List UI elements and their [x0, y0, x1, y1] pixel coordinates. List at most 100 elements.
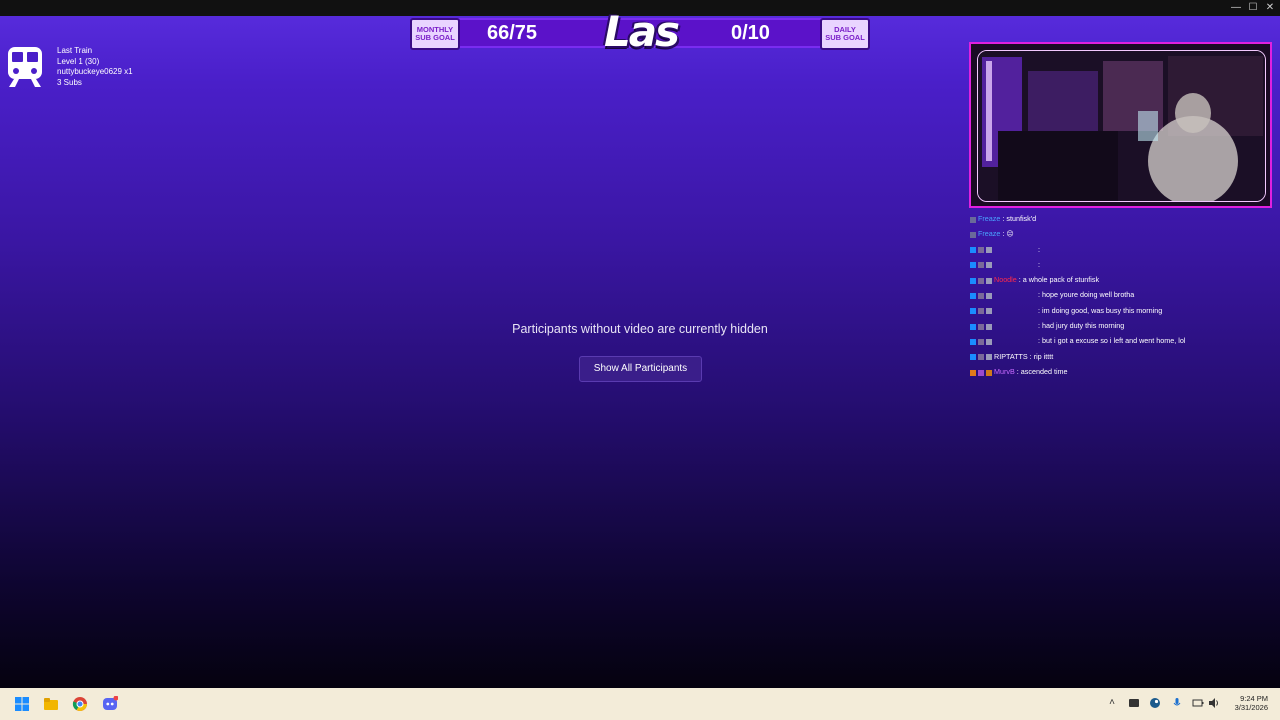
chat-message: Freaze : stunfisk'd [970, 211, 1270, 226]
chat-text: a whole pack of stunfisk [1022, 275, 1100, 285]
show-all-participants-button[interactable]: Show All Participants [579, 356, 702, 382]
chat-badges [970, 303, 994, 318]
chat-badge-icon [970, 323, 976, 330]
chat-badges [970, 211, 978, 226]
chat-message: MurvB : ascended time [970, 364, 1270, 379]
chat-badge-icon [986, 247, 992, 254]
chat-badge-icon [986, 323, 992, 330]
chat-separator: : [1036, 244, 1040, 254]
train-icon [8, 47, 42, 87]
chat-text: im doing good, was busy this morning [1042, 305, 1163, 315]
chat-username[interactable]: MurvB [994, 367, 1015, 376]
chat-badge-icon [970, 308, 976, 315]
channel-logo: Las [586, 6, 696, 58]
taskbar: ˄ 9:24 PM 3/31/2026 [0, 688, 1280, 720]
clock-time: 9:24 PM [1240, 694, 1268, 703]
chat-badge-icon [970, 369, 976, 376]
chat-badge-icon [978, 323, 984, 330]
chat-username[interactable]: Freaze [978, 214, 1000, 223]
chat-badge-icon [986, 338, 992, 345]
webcam-frame [969, 42, 1272, 208]
chat-username[interactable]: RIPTATTS [994, 352, 1028, 361]
chat-badge-icon [970, 338, 976, 345]
mic-icon[interactable] [1171, 697, 1183, 709]
chat-badge-icon [986, 369, 992, 376]
chat-message: : had jury duty this morning [970, 318, 1270, 333]
volume-icon[interactable] [1208, 697, 1220, 709]
file-explorer-icon[interactable] [43, 696, 59, 712]
chat-message: : hope youre doing well brotha [970, 287, 1270, 302]
chat-username[interactable]: Freaze [978, 229, 1000, 238]
chat-badge-icon [970, 354, 976, 361]
chat-badges [970, 273, 994, 288]
windows-start-icon[interactable] [14, 696, 30, 712]
chat-badge-icon [978, 354, 984, 361]
chat-badge-icon [986, 354, 992, 361]
chat-text: ascended time [1020, 366, 1068, 376]
chat-message: Noodle : a whole pack of stunfisk [970, 272, 1270, 287]
close-button[interactable]: ✕ [1260, 1, 1280, 15]
chat-badge-icon [986, 277, 992, 284]
chat-text: stunfisk'd [1006, 214, 1037, 223]
system-clock[interactable]: 9:24 PM 3/31/2026 [1235, 694, 1268, 712]
chat-badge-icon [978, 308, 984, 315]
chat-badge-icon [986, 262, 992, 269]
daily-goal-label-line2: SUB GOAL [825, 33, 865, 42]
chat-badge-icon [978, 369, 984, 376]
chat-text: but i got a excuse so i left and went ho… [1042, 336, 1186, 346]
chat-text: rip itttt [1033, 351, 1054, 361]
chat-badges [970, 288, 994, 303]
monthly-goal-label-line2: SUB GOAL [415, 33, 455, 42]
train-user: nuttybuckeye0629 x1 [57, 67, 133, 76]
chat-message: : [970, 242, 1270, 257]
chat-badges [970, 319, 994, 334]
chat-badge-icon [978, 293, 984, 300]
chat-badge-icon [978, 262, 984, 269]
chat-text: ☹ [1006, 229, 1014, 239]
chat-badges [970, 364, 994, 379]
chat-badge-icon [970, 293, 976, 300]
chat-panel: Freaze : stunfisk'd Freaze : ☹ : : Noodle… [970, 211, 1270, 379]
tray-app-icon[interactable] [1128, 697, 1140, 709]
chat-badges [970, 334, 994, 349]
chat-badge-icon [970, 247, 976, 254]
chat-username[interactable]: Noodle [994, 275, 1017, 284]
chat-separator: : [1036, 259, 1040, 269]
chat-badges [970, 227, 978, 242]
chat-badge-icon [978, 247, 984, 254]
daily-goal-tag: DAILY SUB GOAL [820, 18, 870, 50]
chrome-icon[interactable] [72, 696, 88, 712]
monthly-goal-tag: MONTHLY SUB GOAL [410, 18, 460, 50]
chat-text: hope youre doing well brotha [1042, 290, 1135, 300]
channel-logo-text: Las [603, 7, 680, 56]
webcam-video [977, 50, 1266, 202]
chat-badge-icon [970, 216, 976, 223]
chat-badges [970, 242, 994, 257]
chat-badge-icon [978, 277, 984, 284]
discord-icon[interactable] [102, 696, 118, 712]
chat-badges [970, 257, 994, 272]
chat-message: : im doing good, was busy this morning [970, 303, 1270, 318]
train-level: Level 1 (30) [57, 56, 100, 66]
chevron-up-icon[interactable]: ˄ [1106, 697, 1118, 709]
chat-badge-icon [986, 308, 992, 315]
steam-icon[interactable] [1149, 697, 1161, 709]
chat-text: had jury duty this morning [1042, 321, 1125, 331]
chat-badge-icon [978, 338, 984, 345]
chat-badge-icon [986, 293, 992, 300]
chat-message: : [970, 257, 1270, 272]
train-subs: 3 Subs [57, 77, 82, 87]
chat-message: RIPTATTS : rip itttt [970, 349, 1270, 364]
train-title: Last Train [57, 46, 93, 55]
stage-background: — ☐ ✕ Last Train Level 1 (30) nuttybucke… [0, 0, 1280, 688]
battery-icon[interactable] [1192, 697, 1204, 709]
chat-badges [970, 349, 994, 364]
chat-badge-icon [970, 231, 976, 238]
monthly-goal-value: 66/75 [487, 22, 538, 44]
chat-badge-icon [970, 277, 976, 284]
chat-message: : but i got a excuse so i left and went … [970, 333, 1270, 348]
chat-message: Freaze : ☹ [970, 226, 1270, 241]
clock-date: 3/31/2026 [1234, 703, 1268, 712]
daily-goal-value: 0/10 [731, 22, 770, 44]
chat-badge-icon [970, 262, 976, 269]
